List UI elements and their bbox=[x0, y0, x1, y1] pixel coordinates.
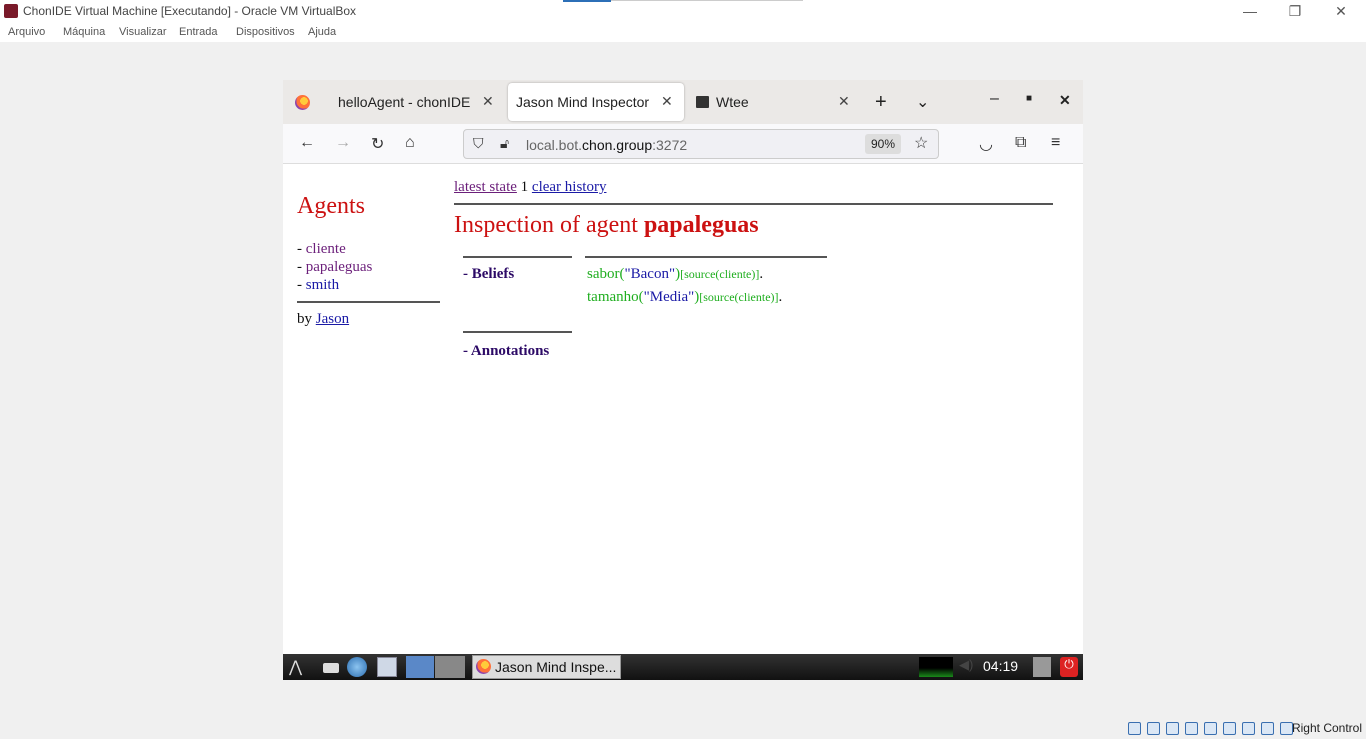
desktop-pager[interactable] bbox=[435, 656, 465, 678]
browser-nav-bar: ← → ↻ ⌂ ⛉ 🔓︎ local.bot.chon.group:3272 9… bbox=[283, 124, 1083, 164]
agents-list: - cliente - papaleguas - smith bbox=[297, 240, 372, 294]
optical-drive-icon[interactable] bbox=[1147, 722, 1160, 735]
agent-name: papaleguas bbox=[643, 212, 759, 238]
terminal-icon bbox=[696, 96, 709, 108]
vbox-menu-bar: Arquivo Máquina Visualizar Entrada Dispo… bbox=[0, 24, 1366, 42]
network-adapter-icon[interactable] bbox=[1185, 722, 1198, 735]
beliefs-section-toggle[interactable]: - Beliefs bbox=[463, 266, 514, 283]
list-item: - papaleguas bbox=[297, 259, 373, 275]
back-arrow-icon[interactable]: ← bbox=[299, 134, 315, 152]
tab-jason-mind-inspector[interactable]: Jason Mind Inspector ✕ bbox=[508, 83, 684, 121]
reload-icon[interactable]: ↻ bbox=[371, 134, 384, 154]
tab-wtee[interactable]: Wtee ✕ bbox=[687, 83, 857, 121]
display-icon[interactable] bbox=[1242, 722, 1255, 735]
start-menu-icon[interactable]: ⋀ bbox=[289, 657, 315, 677]
menu-arquivo[interactable]: Arquivo bbox=[8, 26, 45, 38]
tab-label: helloAgent - chonIDE bbox=[338, 94, 471, 110]
usb-icon[interactable] bbox=[1204, 722, 1217, 735]
host-key-label: Right Control bbox=[1291, 721, 1362, 735]
minimize-button[interactable]: — bbox=[1227, 0, 1273, 24]
task-label: Jason Mind Inspe... bbox=[495, 659, 617, 675]
menu-dispositivos[interactable]: Dispositivos bbox=[236, 26, 295, 38]
window-title: ChonIDE Virtual Machine [Executando] - O… bbox=[23, 4, 357, 18]
browser-minimize-icon[interactable]: – bbox=[990, 90, 999, 108]
power-icon[interactable]: ⏻ bbox=[1060, 657, 1078, 677]
cpu-monitor-icon bbox=[919, 657, 953, 677]
insecure-lock-icon[interactable]: 🔓︎ bbox=[500, 135, 509, 152]
list-all-tabs-chevron-down-icon[interactable]: ⌄ bbox=[916, 92, 929, 112]
guest-taskbar: ⋀ Jason Mind Inspe... ◀) 04:19 ⏻ bbox=[283, 654, 1083, 680]
close-tab-icon[interactable]: ✕ bbox=[482, 93, 494, 110]
window-accent-line bbox=[611, 0, 803, 1]
pocket-icon[interactable]: ◡ bbox=[979, 134, 993, 154]
vbox-status-bar: Right Control bbox=[1126, 718, 1366, 739]
agents-heading: Agents bbox=[297, 193, 365, 219]
web-page: Agents - cliente - papaleguas - smith by… bbox=[283, 165, 1083, 654]
shared-folders-icon[interactable] bbox=[1223, 722, 1236, 735]
list-item: - cliente bbox=[297, 241, 346, 257]
agent-link-cliente[interactable]: cliente bbox=[306, 241, 346, 257]
divider bbox=[454, 203, 1053, 205]
list-item: - smith bbox=[297, 277, 340, 293]
divider bbox=[297, 301, 440, 303]
file-manager-icon[interactable] bbox=[377, 657, 397, 677]
window-accent-bar bbox=[563, 0, 611, 2]
menu-visualizar[interactable]: Visualizar bbox=[119, 26, 167, 38]
menu-entrada[interactable]: Entrada bbox=[179, 26, 218, 38]
close-tab-icon[interactable]: ✕ bbox=[661, 93, 673, 110]
audio-icon[interactable] bbox=[1166, 722, 1179, 735]
divider bbox=[463, 256, 572, 258]
browser-close-icon[interactable]: ✕ bbox=[1059, 92, 1071, 109]
zoom-level-badge[interactable]: 90% bbox=[865, 134, 901, 154]
close-tab-icon[interactable]: ✕ bbox=[838, 93, 850, 110]
tab-label: Jason Mind Inspector bbox=[516, 94, 650, 110]
hard-disk-icon[interactable] bbox=[1128, 722, 1141, 735]
jason-link[interactable]: Jason bbox=[316, 311, 349, 327]
home-icon[interactable]: ⌂ bbox=[405, 134, 415, 152]
inspection-title: Inspection of agent papaleguas bbox=[454, 212, 759, 238]
by-credit: by Jason bbox=[297, 311, 350, 327]
divider bbox=[585, 256, 827, 258]
belief-item: tamanho("Media")[source(cliente)]. bbox=[587, 289, 783, 305]
firefox-launcher-icon[interactable] bbox=[406, 656, 434, 678]
browser-maximize-icon[interactable]: ■ bbox=[1026, 93, 1032, 104]
recording-icon[interactable] bbox=[1261, 722, 1274, 735]
browser-tab-bar: helloAgent - chonIDE ✕ Jason Mind Inspec… bbox=[283, 80, 1083, 124]
menu-maquina[interactable]: Máquina bbox=[63, 26, 105, 38]
tab-helloagent[interactable]: helloAgent - chonIDE ✕ bbox=[327, 83, 505, 121]
firefox-icon bbox=[476, 659, 491, 674]
taskbar-clock: 04:19 bbox=[983, 658, 1019, 674]
menu-ajuda[interactable]: Ajuda bbox=[308, 26, 336, 38]
shield-icon[interactable]: ⛉ bbox=[473, 135, 484, 152]
agent-link-smith[interactable]: smith bbox=[306, 277, 339, 293]
browser-launcher-icon[interactable] bbox=[347, 657, 367, 677]
hamburger-menu-icon[interactable]: ≡ bbox=[1051, 134, 1060, 152]
history-count[interactable]: 1 bbox=[521, 179, 529, 195]
agent-link-papaleguas[interactable]: papaleguas bbox=[306, 259, 373, 275]
volume-icon[interactable]: ◀) bbox=[959, 657, 977, 677]
close-window-button[interactable]: ✕ bbox=[1318, 0, 1364, 24]
annotations-section-toggle[interactable]: - Annotations bbox=[463, 343, 549, 360]
divider bbox=[463, 331, 572, 333]
bookmark-star-icon[interactable]: ☆ bbox=[914, 133, 928, 153]
network-icon[interactable] bbox=[1033, 657, 1051, 677]
latest-state-link[interactable]: latest state bbox=[454, 179, 517, 195]
extensions-puzzle-icon[interactable]: ⧉ bbox=[1015, 134, 1026, 152]
firefox-icon[interactable] bbox=[295, 95, 310, 110]
taskbar-task-jason[interactable]: Jason Mind Inspe... bbox=[472, 655, 621, 679]
address-bar[interactable]: ⛉ 🔓︎ local.bot.chon.group:3272 90% ☆ bbox=[463, 129, 939, 159]
restore-button[interactable]: ❐ bbox=[1272, 0, 1318, 24]
clear-history-link[interactable]: clear history bbox=[532, 179, 607, 195]
guest-screen: helloAgent - chonIDE ✕ Jason Mind Inspec… bbox=[283, 80, 1083, 680]
terminal-launcher-icon[interactable] bbox=[323, 663, 339, 673]
url-text[interactable]: local.bot.chon.group:3272 bbox=[526, 137, 687, 153]
vbox-title-bar: ChonIDE Virtual Machine [Executando] - O… bbox=[0, 0, 1366, 24]
virtualbox-app-icon bbox=[4, 4, 18, 18]
history-links: latest state 1 clear history bbox=[454, 179, 606, 196]
forward-arrow-icon[interactable]: → bbox=[335, 134, 351, 152]
tab-label: Wtee bbox=[716, 94, 749, 110]
belief-item: sabor("Bacon")[source(cliente)]. bbox=[587, 266, 764, 282]
new-tab-icon[interactable]: + bbox=[875, 91, 887, 114]
